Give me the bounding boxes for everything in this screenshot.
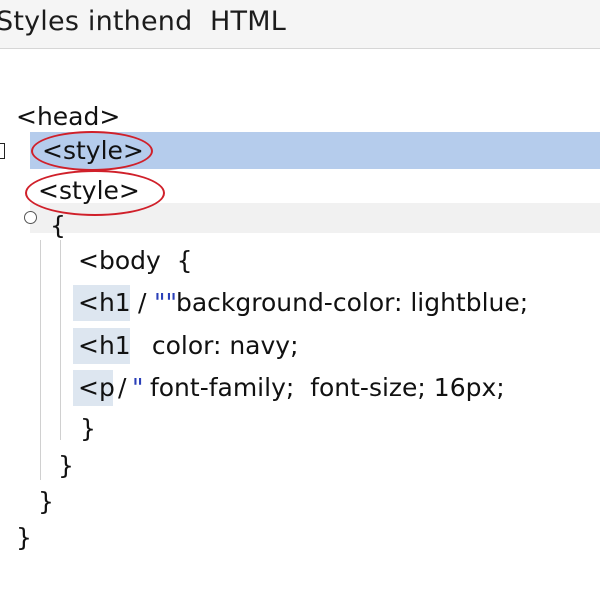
code-editor[interactable]: <head> <style> <style> { <body { <h1 / "… bbox=[0, 0, 600, 600]
code-text: } bbox=[80, 414, 96, 443]
code-line[interactable]: <head> bbox=[0, 99, 600, 135]
code-text: / bbox=[130, 288, 147, 317]
code-tag: <h1 bbox=[78, 331, 131, 360]
code-line[interactable]: <h1 / "" background-color: lightblue; bbox=[0, 285, 600, 321]
code-text: font-family; font-size; 16px; bbox=[142, 373, 505, 402]
code-tag: <h1 bbox=[78, 288, 131, 317]
annotation-circle bbox=[31, 131, 153, 171]
code-line[interactable]: } bbox=[0, 448, 600, 484]
annotation-circle bbox=[25, 170, 165, 216]
code-text: <head> bbox=[16, 102, 121, 131]
code-text: } bbox=[16, 523, 32, 552]
code-line[interactable]: } bbox=[0, 520, 600, 556]
code-line[interactable]: <h1 color: navy; bbox=[0, 328, 600, 364]
code-line[interactable]: <body { bbox=[0, 243, 600, 279]
code-text: } bbox=[58, 451, 74, 480]
code-text: color: navy; bbox=[128, 331, 299, 360]
code-text: background-color: lightblue; bbox=[168, 288, 529, 317]
code-text: / bbox=[110, 373, 127, 402]
code-line[interactable]: <p / " font-family; font-size; 16px; bbox=[0, 370, 600, 406]
editor-window: Styles inthend HTML <head> <style> <styl… bbox=[0, 0, 600, 600]
code-text: <body { bbox=[78, 246, 193, 275]
code-line[interactable]: } bbox=[0, 484, 600, 520]
code-line[interactable]: } bbox=[0, 411, 600, 447]
code-text: } bbox=[38, 487, 54, 516]
